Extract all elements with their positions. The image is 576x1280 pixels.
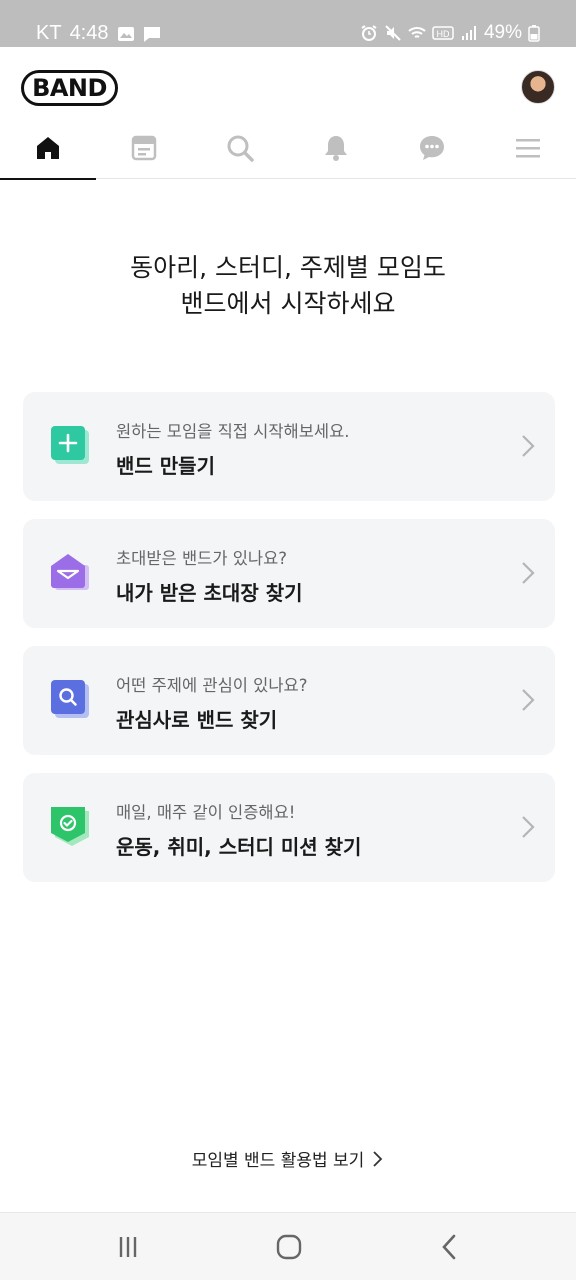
- band-guide-link[interactable]: 모임별 밴드 활용법 보기: [0, 1146, 576, 1171]
- hd-icon: HD: [432, 26, 454, 40]
- home-circle-icon: [276, 1234, 302, 1260]
- menu-icon: [516, 139, 540, 158]
- plus-icon: [51, 426, 89, 464]
- message-notification-icon: [143, 26, 160, 42]
- status-bar: KT 4:48 HD 49%: [0, 0, 576, 47]
- recent-apps-button[interactable]: [110, 1231, 146, 1263]
- find-by-interest-card[interactable]: 어떤 주제에 관심이 있나요? 관심사로 밴드 찾기: [23, 646, 555, 755]
- card-subtitle: 매일, 매주 같이 인증해요!: [116, 803, 296, 822]
- svg-text:HD: HD: [436, 29, 449, 39]
- battery-icon: [528, 25, 540, 42]
- chevron-right-icon: [522, 689, 535, 711]
- profile-avatar[interactable]: [521, 70, 555, 104]
- app-header: BAND: [0, 47, 576, 127]
- intro-headline: 동아리, 스터디, 주제별 모임도 밴드에서 시작하세요: [0, 250, 576, 322]
- card-subtitle: 초대받은 밴드가 있나요?: [116, 549, 288, 568]
- battery-percent: 49%: [483, 22, 522, 43]
- tab-search[interactable]: [192, 127, 288, 179]
- recent-apps-icon: [119, 1237, 137, 1257]
- system-navigation-bar: [0, 1212, 576, 1280]
- search-icon: [51, 680, 89, 718]
- main-tab-bar: [0, 127, 576, 180]
- card-title: 밴드 만들기: [116, 454, 215, 478]
- card-title: 내가 받은 초대장 찾기: [116, 581, 303, 605]
- envelope-icon: [51, 554, 89, 590]
- carrier-label: KT: [36, 22, 62, 44]
- card-subtitle: 어떤 주제에 관심이 있나요?: [116, 676, 308, 695]
- search-icon: [227, 135, 254, 162]
- headline-line-2: 밴드에서 시작하세요: [180, 289, 396, 318]
- card-title: 관심사로 밴드 찾기: [116, 708, 278, 732]
- clock: 4:48: [69, 22, 109, 44]
- home-button[interactable]: [271, 1231, 307, 1263]
- chevron-right-icon: [522, 435, 535, 457]
- chat-icon: [420, 136, 444, 160]
- tab-feed[interactable]: [96, 127, 192, 179]
- guide-link-label: 모임별 밴드 활용법 보기: [191, 1151, 365, 1171]
- back-button[interactable]: [432, 1231, 468, 1263]
- gallery-notification-icon: [117, 26, 134, 41]
- feed-icon: [131, 135, 157, 161]
- band-logo[interactable]: BAND: [21, 70, 118, 106]
- card-subtitle: 원하는 모임을 직접 시작해보세요.: [116, 422, 350, 441]
- tab-home[interactable]: [0, 127, 96, 180]
- action-card-list: 원하는 모임을 직접 시작해보세요. 밴드 만들기 초대받은 밴드가 있나요? …: [23, 392, 555, 900]
- tab-menu[interactable]: [480, 127, 576, 179]
- back-arrow-icon: [442, 1234, 456, 1260]
- home-icon: [37, 137, 59, 159]
- chevron-right-icon: [522, 562, 535, 584]
- find-mission-card[interactable]: 매일, 매주 같이 인증해요! 운동, 취미, 스터디 미션 찾기: [23, 773, 555, 882]
- chevron-right-icon: [373, 1150, 383, 1167]
- wifi-icon: [408, 27, 426, 38]
- find-invitation-card[interactable]: 초대받은 밴드가 있나요? 내가 받은 초대장 찾기: [23, 519, 555, 628]
- create-band-card[interactable]: 원하는 모임을 직접 시작해보세요. 밴드 만들기: [23, 392, 555, 501]
- alarm-icon: [361, 25, 377, 41]
- tab-notifications[interactable]: [288, 127, 384, 179]
- check-shield-icon: [51, 807, 89, 846]
- mute-icon: [385, 25, 401, 41]
- signal-icon: [461, 26, 476, 40]
- card-title: 운동, 취미, 스터디 미션 찾기: [116, 835, 362, 859]
- chevron-right-icon: [522, 816, 535, 838]
- bell-icon: [325, 136, 347, 161]
- tab-chat[interactable]: [384, 127, 480, 179]
- headline-line-1: 동아리, 스터디, 주제별 모임도: [130, 253, 446, 282]
